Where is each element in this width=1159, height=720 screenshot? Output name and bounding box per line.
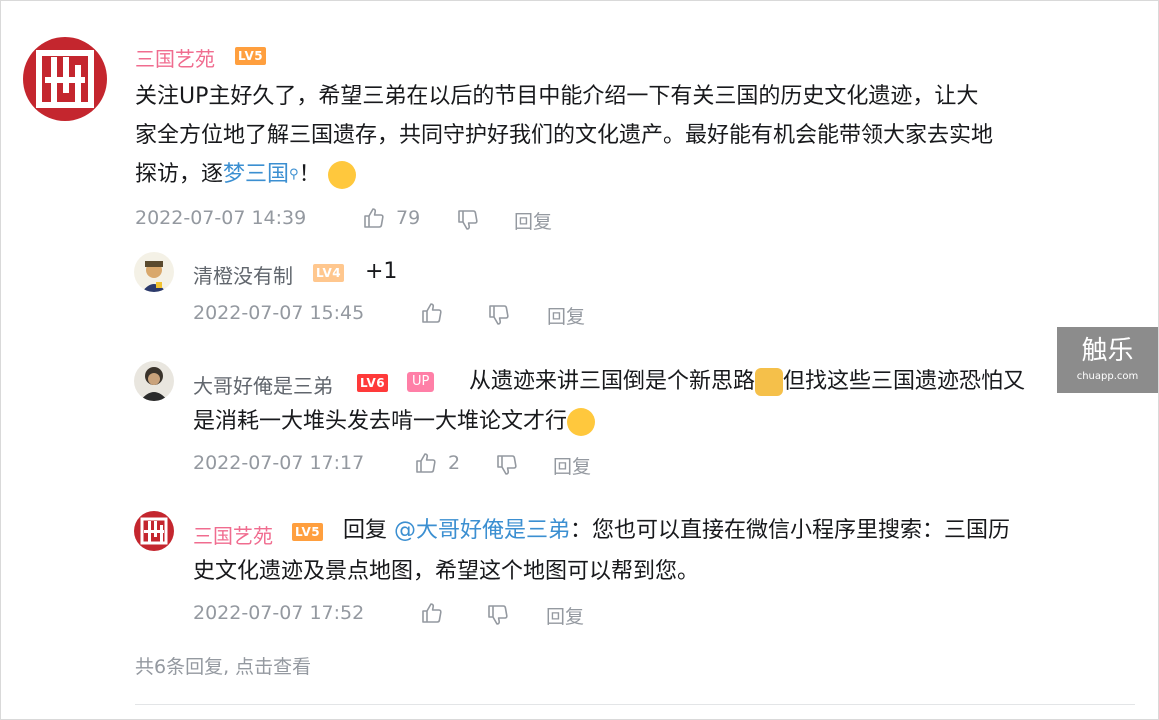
view-more-replies-link[interactable]: 共6条回复, 点击查看: [135, 652, 311, 679]
reply-button[interactable]: 回复: [546, 602, 584, 629]
dislike-icon[interactable]: [487, 303, 511, 327]
like-count: 2: [448, 452, 461, 474]
like-count: 79: [396, 207, 421, 229]
comment-text-segment: 探访，逐: [135, 162, 224, 187]
comment-text-segment: ！: [298, 162, 321, 187]
doge-emoji-icon: [755, 368, 784, 396]
comment-text-line-2: 家全方位地了解三国遗存，共同守护好我们的文化遗产。最好能有机会能带领大家去实地: [135, 123, 994, 148]
dislike-icon[interactable]: [456, 208, 480, 232]
reply-text-segment: 从遗迹来讲三国倒是个新思路: [469, 369, 756, 394]
avatar-qingcheng[interactable]: [134, 252, 174, 292]
dislike-icon[interactable]: [495, 453, 519, 477]
reply-text-line-1: 从遗迹来讲三国倒是个新思路 但找这些三国遗迹恐怕又: [469, 363, 1025, 401]
mention-link[interactable]: @大哥好俺是三弟: [394, 518, 570, 543]
level-badge: LV6: [357, 374, 389, 392]
reply-text-line-2: 是消耗一大堆头发去啃一大堆论文才行: [193, 403, 596, 441]
comment-text-line-1: 关注UP主好久了，希望三弟在以后的节目中能介绍一下有关三国的历史文化遗迹，让大: [135, 84, 979, 109]
reply-text: +1: [365, 259, 398, 284]
watermark-title: 触乐: [1081, 336, 1134, 366]
like-icon[interactable]: [362, 206, 386, 230]
watermark-url: chuapp.com: [1076, 371, 1139, 382]
crying-emoji-icon: [327, 161, 356, 189]
like-icon[interactable]: [420, 301, 444, 325]
dislike-icon[interactable]: [486, 603, 510, 627]
reply-username[interactable]: 大哥好俺是三弟: [193, 370, 333, 399]
reply-text-line-2: 史文化遗迹及景点地图，希望这个地图可以帮到您。: [193, 559, 700, 584]
comment-username[interactable]: 三国艺苑: [135, 43, 215, 72]
level-badge: LV5: [292, 523, 324, 541]
reply-text-line-1: 回复 @大哥好俺是三弟：您也可以直接在微信小程序里搜索：三国历: [343, 512, 1010, 550]
reply-time: 2022-07-07 15:45: [193, 302, 365, 324]
divider: [135, 704, 1135, 705]
reply-username[interactable]: 三国艺苑: [193, 520, 273, 549]
reply-text-segment: 是消耗一大堆头发去啃一大堆论文才行: [193, 409, 568, 434]
reply-button[interactable]: 回复: [514, 207, 552, 234]
reply-time: 2022-07-07 17:17: [193, 452, 365, 474]
level-badge: LV4: [313, 264, 345, 282]
avatar-sanguoyiyuan[interactable]: [134, 511, 174, 551]
crying-emoji-icon: [567, 408, 596, 436]
comment-time: 2022-07-07 14:39: [135, 207, 307, 229]
reply-prefix: 回复: [343, 518, 388, 543]
reply-time: 2022-07-07 17:52: [193, 602, 365, 624]
search-icon[interactable]: ⚲: [289, 167, 299, 182]
like-icon[interactable]: [414, 451, 438, 475]
watermark: 触乐 chuapp.com: [1057, 327, 1158, 393]
avatar-dagehaoanshisandi[interactable]: [134, 361, 174, 401]
avatar-sanguoyiyuan[interactable]: [23, 37, 107, 121]
reply-button[interactable]: 回复: [547, 302, 585, 329]
like-icon[interactable]: [420, 601, 444, 625]
reply-button[interactable]: 回复: [553, 452, 591, 479]
reply-username[interactable]: 清橙没有制: [193, 260, 293, 289]
reply-text-segment: 但找这些三国遗迹恐怕又: [783, 369, 1026, 394]
reply-text-segment: ：您也可以直接在微信小程序里搜索：三国历: [570, 518, 1011, 543]
topic-link[interactable]: 梦三国: [223, 162, 289, 187]
level-badge: LV5: [235, 47, 267, 65]
comment-text-line-3: 探访，逐梦三国⚲！: [135, 156, 356, 194]
up-badge: UP: [407, 372, 435, 392]
